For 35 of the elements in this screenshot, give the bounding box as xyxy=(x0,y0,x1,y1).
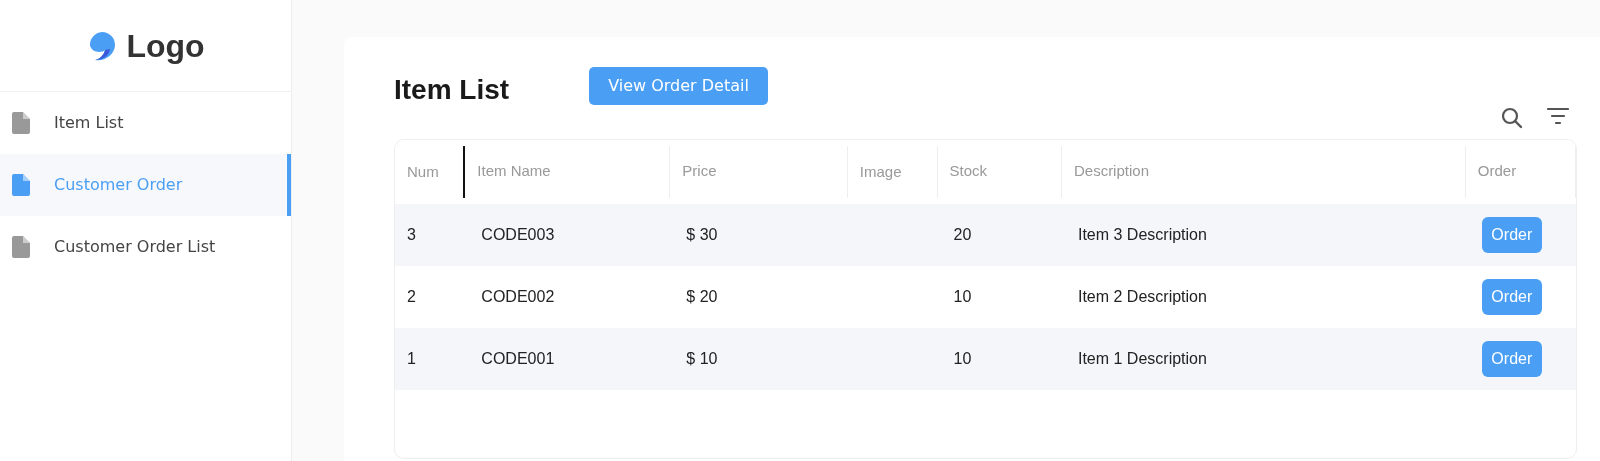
table-cell: Item 3 Description xyxy=(1077,225,1207,243)
column-header: Item Name xyxy=(477,162,551,180)
column-header: Price xyxy=(682,162,717,180)
table-cell: Item 2 Description xyxy=(1077,287,1207,305)
sidebar-item[interactable]: Customer Order xyxy=(0,154,291,216)
table-cell: $ 20 xyxy=(686,287,718,305)
order-button[interactable]: Order xyxy=(1481,216,1542,253)
table-cell: CODE002 xyxy=(481,287,555,305)
column-header: Image xyxy=(859,162,902,180)
table-cell: Item 1 Description xyxy=(1077,349,1207,367)
column-header: Order xyxy=(1477,162,1517,180)
table-cell: 3 xyxy=(407,225,416,243)
document-icon xyxy=(12,174,30,196)
page-title: Item List xyxy=(394,73,510,107)
table-cell: $ 10 xyxy=(686,349,718,367)
document-icon xyxy=(12,236,30,258)
table-cell: 1 xyxy=(407,349,416,367)
table-cell: 2 xyxy=(407,287,416,305)
table-cell: 10 xyxy=(953,349,972,367)
table-cell: 20 xyxy=(953,225,972,243)
column-header: Num xyxy=(407,162,439,180)
document-icon xyxy=(12,112,30,134)
column-header: Description xyxy=(1073,162,1149,180)
table-cell: 10 xyxy=(953,287,972,305)
view-order-detail-button[interactable]: View Order Detail xyxy=(589,66,768,105)
order-button[interactable]: Order xyxy=(1481,278,1542,315)
column-resize-handle[interactable] xyxy=(463,145,466,198)
table-cell: CODE003 xyxy=(481,225,555,243)
table-cell: CODE001 xyxy=(481,349,555,367)
logo-text: Logo xyxy=(126,26,205,66)
search-icon[interactable] xyxy=(1501,106,1523,129)
column-header: Stock xyxy=(949,162,988,180)
filter-icon[interactable] xyxy=(1547,106,1569,125)
order-button[interactable]: Order xyxy=(1481,340,1542,377)
table-cell: $ 30 xyxy=(686,225,718,243)
